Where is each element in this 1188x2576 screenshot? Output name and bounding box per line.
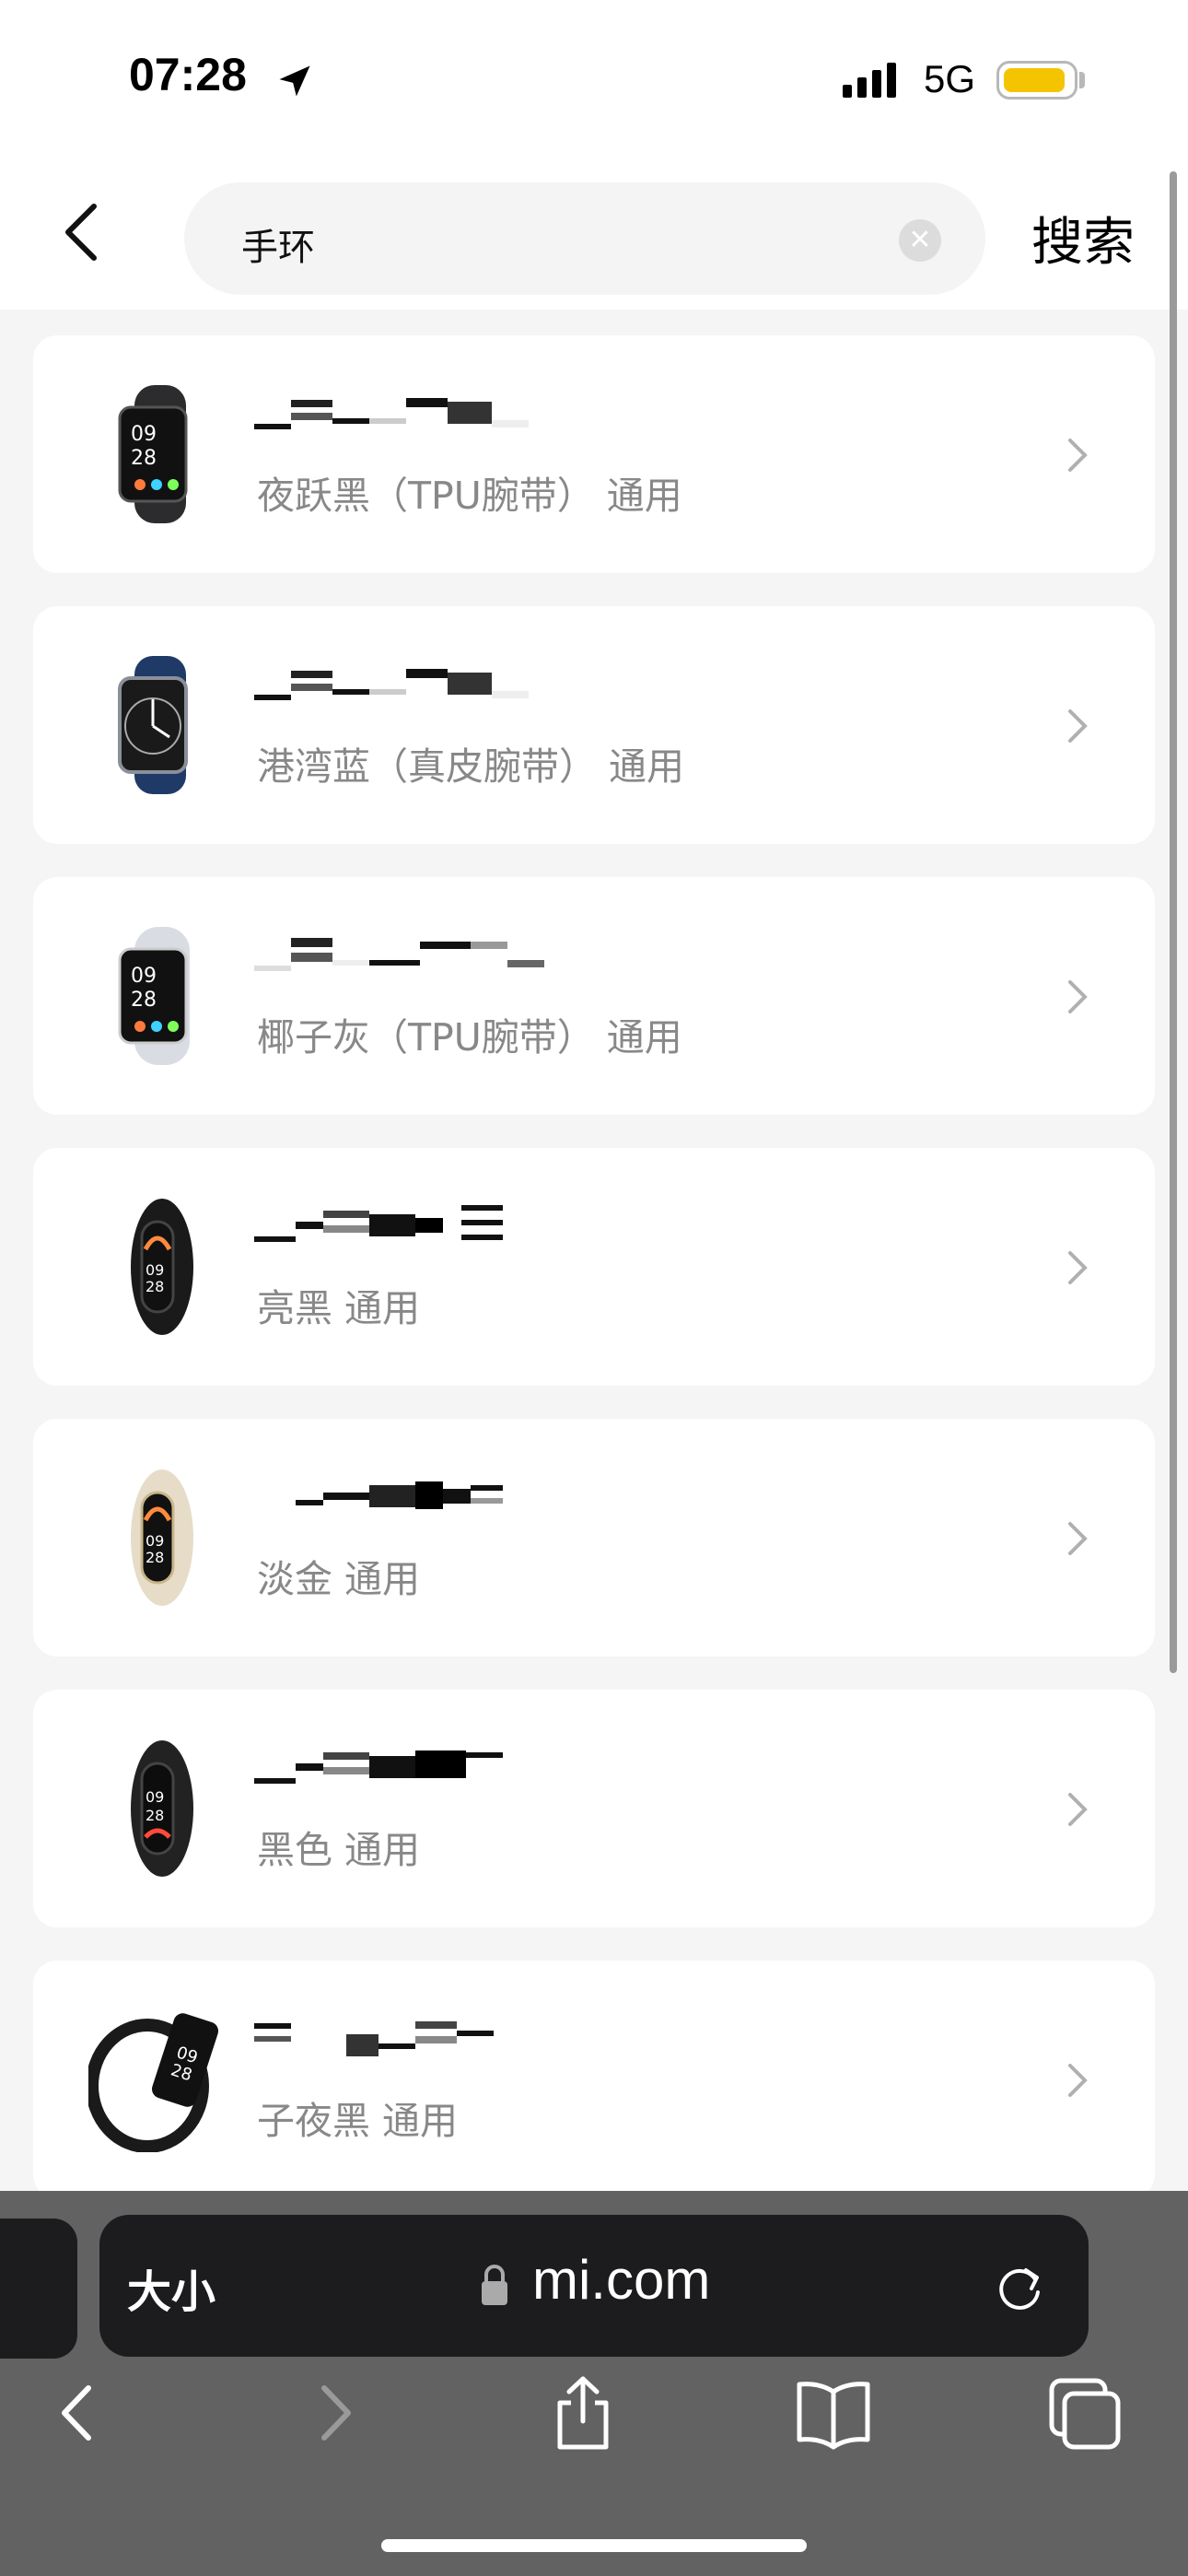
result-card[interactable]: 09 28 夜跃黑（TPU腕带） 通用 bbox=[33, 335, 1155, 573]
svg-text:28: 28 bbox=[146, 1807, 164, 1824]
svg-text:28: 28 bbox=[131, 989, 157, 1012]
redacted-product-title bbox=[254, 392, 650, 439]
product-variant-label: 子夜黑 通用 bbox=[257, 2099, 459, 2143]
redacted-product-title bbox=[254, 1747, 650, 1793]
svg-text:09: 09 bbox=[131, 423, 157, 446]
product-variant-label: 椰子灰（TPU腕带） 通用 bbox=[257, 1015, 682, 1060]
fitness-band-thumbnail-icon: 09 28 bbox=[131, 1740, 193, 1877]
redacted-product-title bbox=[254, 2018, 650, 2064]
chevron-right-icon bbox=[1068, 709, 1088, 743]
smartwatch-thumbnail-icon: 09 28 bbox=[118, 385, 188, 523]
svg-text:28: 28 bbox=[146, 1549, 164, 1566]
home-indicator bbox=[381, 2539, 807, 2552]
chevron-right-icon bbox=[1068, 980, 1088, 1013]
browser-toolbar: 大小 mi.com bbox=[0, 2191, 1188, 2576]
svg-text:09: 09 bbox=[146, 1261, 164, 1279]
search-input[interactable]: 手环 ✕ bbox=[184, 182, 985, 295]
status-bar: 07:28 5G bbox=[0, 0, 1188, 157]
network-type: 5G bbox=[924, 57, 976, 100]
result-card[interactable]: 09 28 黑色 通用 bbox=[33, 1690, 1155, 1927]
product-variant-label: 夜跃黑（TPU腕带） 通用 bbox=[257, 474, 682, 518]
chevron-right-icon bbox=[1068, 2064, 1088, 2097]
chevron-right-icon bbox=[1068, 1522, 1088, 1555]
forward-icon[interactable] bbox=[293, 2371, 376, 2454]
redacted-product-title bbox=[254, 663, 650, 709]
chevron-right-icon bbox=[1068, 1793, 1088, 1826]
back-icon[interactable] bbox=[37, 2371, 120, 2454]
smartwatch-thumbnail-icon: 09 28 bbox=[118, 927, 190, 1065]
svg-text:09: 09 bbox=[146, 1788, 164, 1806]
search-query-text[interactable]: 手环 bbox=[241, 217, 315, 271]
result-list: 09 28 夜跃黑（TPU腕带） 通用 港湾蓝（真皮腕带） 通用 09 28 椰… bbox=[33, 335, 1155, 2231]
share-icon[interactable] bbox=[542, 2371, 624, 2454]
redacted-product-title bbox=[254, 1476, 650, 1522]
result-card[interactable]: 港湾蓝（真皮腕带） 通用 bbox=[33, 606, 1155, 844]
redacted-product-title bbox=[254, 1205, 650, 1251]
cellular-signal-icon bbox=[843, 63, 902, 98]
scrollbar[interactable] bbox=[1170, 171, 1177, 1673]
address-bar[interactable]: 大小 mi.com bbox=[99, 2215, 1089, 2357]
bookmarks-icon[interactable] bbox=[792, 2371, 875, 2454]
back-arrow-icon[interactable] bbox=[46, 195, 120, 269]
reload-icon[interactable] bbox=[991, 2257, 1048, 2314]
svg-text:09: 09 bbox=[146, 1532, 164, 1550]
url-text[interactable]: mi.com bbox=[532, 2248, 710, 2312]
product-variant-label: 亮黑 通用 bbox=[257, 1286, 421, 1330]
fitness-band-thumbnail-icon: 09 28 bbox=[88, 2013, 219, 2152]
status-time: 07:28 bbox=[129, 49, 247, 100]
fitness-band-thumbnail-icon: 09 28 bbox=[131, 1469, 193, 1606]
chevron-right-icon bbox=[1068, 1251, 1088, 1284]
product-variant-label: 淡金 通用 bbox=[257, 1557, 421, 1601]
redacted-product-title bbox=[254, 934, 650, 980]
svg-text:28: 28 bbox=[146, 1278, 164, 1295]
fitness-band-thumbnail-icon: 09 28 bbox=[131, 1199, 193, 1335]
chevron-right-icon bbox=[1068, 439, 1088, 472]
search-header: 手环 ✕ 搜索 bbox=[0, 157, 1188, 310]
search-button[interactable]: 搜索 bbox=[1031, 201, 1135, 275]
text-size-button[interactable]: 大小 bbox=[127, 2255, 215, 2320]
clear-search-icon[interactable]: ✕ bbox=[899, 219, 941, 262]
battery-icon bbox=[996, 61, 1077, 100]
battery-cap bbox=[1079, 72, 1085, 88]
svg-text:09: 09 bbox=[131, 965, 157, 988]
product-variant-label: 港湾蓝（真皮腕带） 通用 bbox=[257, 744, 685, 789]
product-variant-label: 黑色 通用 bbox=[257, 1828, 421, 1872]
location-arrow-icon bbox=[279, 65, 310, 97]
result-card[interactable]: 09 28 椰子灰（TPU腕带） 通用 bbox=[33, 877, 1155, 1115]
svg-text:28: 28 bbox=[131, 447, 157, 470]
result-card[interactable]: 09 28 淡金 通用 bbox=[33, 1419, 1155, 1657]
previous-tab-preview[interactable] bbox=[0, 2219, 77, 2359]
lock-icon bbox=[482, 2265, 507, 2305]
smartwatch-thumbnail-icon bbox=[118, 656, 188, 794]
tabs-icon[interactable] bbox=[1042, 2371, 1125, 2454]
result-card[interactable]: 09 28 亮黑 通用 bbox=[33, 1148, 1155, 1386]
result-card[interactable]: 09 28 子夜黑 通用 bbox=[33, 1961, 1155, 2198]
